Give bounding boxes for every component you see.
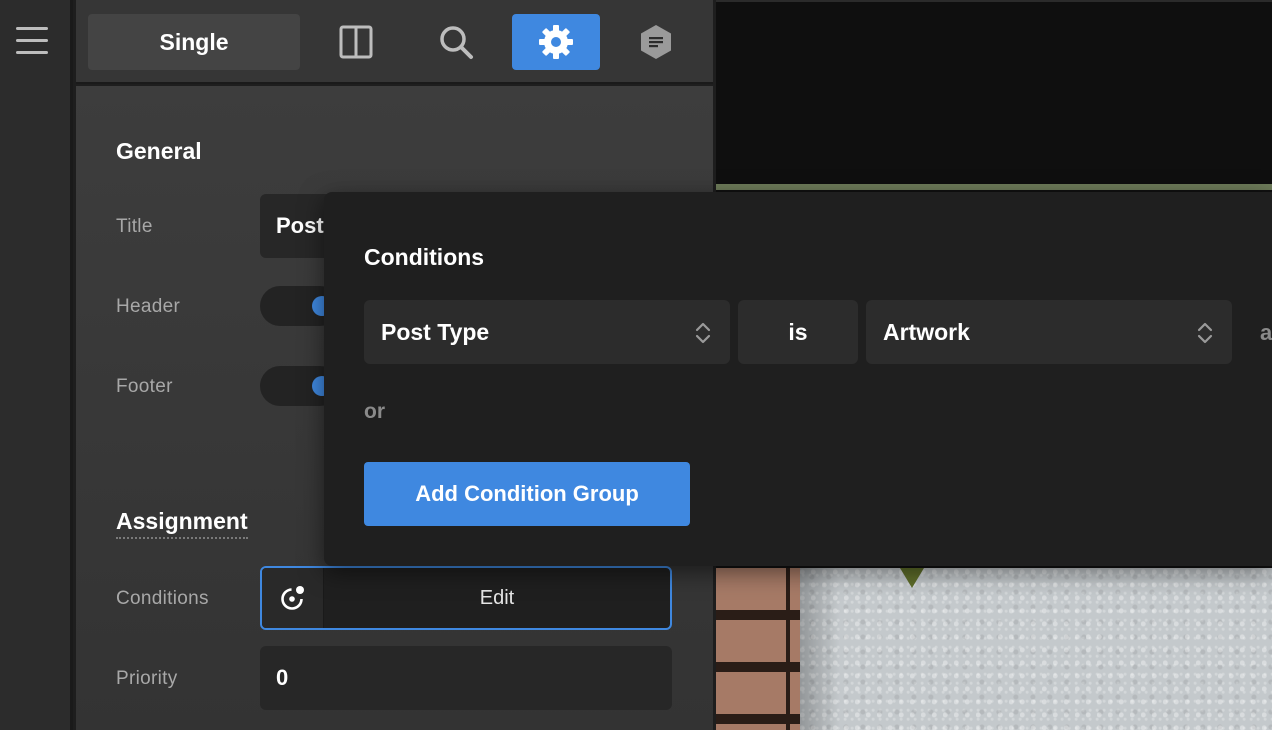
general-heading: General xyxy=(116,138,202,164)
preview-dark-band xyxy=(716,2,1272,184)
header-label: Header xyxy=(116,296,181,317)
preview-foliage-strip xyxy=(716,184,1272,190)
left-rail xyxy=(0,0,73,730)
priority-value: 0 xyxy=(276,665,289,690)
condition-value-select[interactable]: Artwork xyxy=(866,300,1232,364)
conditions-icon-box xyxy=(262,568,324,628)
assignment-heading[interactable]: Assignment xyxy=(116,508,248,539)
priority-label: Priority xyxy=(116,668,178,689)
columns-icon xyxy=(339,25,373,59)
layout-hexagon-icon xyxy=(641,25,671,59)
chevron-updown-icon xyxy=(695,322,711,344)
condition-and-label[interactable]: a xyxy=(1260,320,1272,346)
conditions-popover: Conditions Post Type is Artwork a or Add… xyxy=(324,192,1272,566)
conditions-heading: Conditions xyxy=(364,244,485,270)
priority-input[interactable]: 0 xyxy=(260,646,672,710)
condition-field-value: Post Type xyxy=(381,318,490,345)
menu-icon[interactable] xyxy=(16,27,48,57)
preview-leaf xyxy=(900,568,924,588)
top-toolbar: Single xyxy=(76,0,713,84)
search-icon xyxy=(440,26,473,59)
mode-tab-single[interactable]: Single xyxy=(88,14,300,70)
columns-button[interactable] xyxy=(312,14,400,70)
title-label: Title xyxy=(116,216,153,237)
or-separator: or xyxy=(364,400,385,423)
preview-wall-shadow xyxy=(800,568,840,730)
condition-operator-value: is xyxy=(788,318,808,345)
title-value: Post xyxy=(276,213,324,238)
gear-icon xyxy=(539,25,573,59)
layout-button[interactable] xyxy=(612,14,700,70)
preview-brick-wall xyxy=(716,568,800,730)
add-condition-group-button[interactable]: Add Condition Group xyxy=(364,462,690,526)
conditions-icon xyxy=(280,586,304,610)
settings-button[interactable] xyxy=(512,14,600,70)
search-button[interactable] xyxy=(412,14,500,70)
conditions-edit-field[interactable]: Edit xyxy=(260,566,672,630)
conditions-label: Conditions xyxy=(116,588,209,609)
footer-label: Footer xyxy=(116,376,173,397)
condition-value-value: Artwork xyxy=(883,318,970,345)
condition-operator-select[interactable]: is xyxy=(738,300,858,364)
condition-field-select[interactable]: Post Type xyxy=(364,300,730,364)
conditions-edit-label: Edit xyxy=(479,586,515,609)
preview-stucco-wall xyxy=(800,568,1272,730)
chevron-updown-icon xyxy=(1197,322,1213,344)
